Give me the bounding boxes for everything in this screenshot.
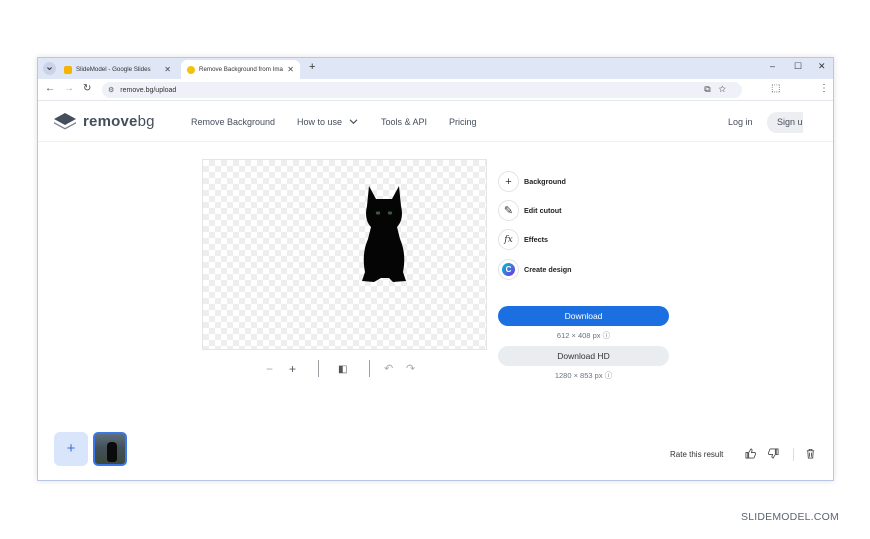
omnibox-actions: ⧉☆	[704, 84, 734, 95]
rate-result-label: Rate this result	[670, 450, 724, 459]
nav-pricing[interactable]: Pricing	[449, 117, 477, 127]
divider	[793, 448, 794, 461]
slides-favicon-icon	[64, 65, 72, 74]
minimize-button[interactable]: –	[770, 61, 775, 71]
divider	[318, 360, 319, 377]
plus-icon: +	[498, 171, 519, 192]
close-tab-icon[interactable]: ✕	[287, 65, 294, 74]
zoom-out-button[interactable]: −	[266, 362, 273, 376]
image-canvas[interactable]	[202, 159, 487, 350]
thumbs-down-icon[interactable]	[767, 448, 779, 462]
add-image-button[interactable]: +	[54, 432, 88, 466]
browser-window: SlideModel - Google Slides ✕ Remove Back…	[37, 57, 834, 481]
chevron-down-icon	[349, 119, 357, 125]
divider	[369, 360, 370, 377]
action-background[interactable]: + Background	[498, 171, 566, 192]
magic-brush-icon: ✎	[498, 200, 519, 221]
new-tab-button[interactable]: +	[309, 61, 315, 73]
action-label: Create design	[524, 265, 572, 274]
fx-icon: fx	[498, 229, 519, 250]
site-info-icon[interactable]: ⚙	[108, 86, 114, 94]
removebg-favicon-icon	[187, 65, 195, 74]
nav-how-to-use[interactable]: How to use	[297, 117, 358, 127]
thumbs-up-icon[interactable]	[745, 448, 757, 462]
nav-remove-background[interactable]: Remove Background	[191, 117, 275, 127]
tab-remove-bg[interactable]: Remove Background from Imag ✕	[181, 60, 300, 79]
action-create-design[interactable]: C Create design	[498, 259, 572, 280]
thumbnail-cat	[107, 442, 117, 462]
delete-icon[interactable]	[805, 448, 816, 462]
undo-icon[interactable]: ↶	[384, 362, 393, 375]
site-header: removebg Remove Background How to use To…	[38, 102, 833, 142]
signup-button[interactable]: Sign up	[767, 112, 803, 133]
bookmark-star-icon[interactable]: ☆	[719, 84, 734, 94]
action-label: Edit cutout	[524, 206, 562, 215]
nav-tools-api[interactable]: Tools & API	[381, 117, 427, 127]
forward-icon[interactable]: →	[64, 83, 74, 94]
action-label: Effects	[524, 235, 548, 244]
download-button[interactable]: Download	[498, 306, 669, 326]
compare-toggle-icon[interactable]: ◧	[338, 364, 347, 375]
redo-icon[interactable]: ↷	[406, 362, 415, 375]
close-window-button[interactable]: ✕	[818, 61, 826, 72]
download-size: 612 × 408 px ⓘ	[556, 331, 611, 340]
slidemodel-watermark: SLIDEMODEL.COM	[741, 511, 839, 523]
action-edit-cutout[interactable]: ✎ Edit cutout	[498, 200, 562, 221]
canva-icon: C	[498, 259, 519, 280]
logo-layers-icon	[54, 113, 76, 130]
url-text: remove.bg/upload	[120, 86, 177, 94]
action-effects[interactable]: fx Effects	[498, 229, 548, 250]
browser-toolbar: ← → ↻ ⚙ remove.bg/upload ⧉☆ ⬚ ⋮	[38, 79, 833, 101]
tab-title: SlideModel - Google Slides	[76, 66, 151, 73]
tab-search-button[interactable]	[43, 62, 56, 75]
reload-icon[interactable]: ↻	[83, 83, 91, 94]
maximize-button[interactable]: ☐	[794, 61, 802, 72]
install-app-icon[interactable]: ⧉	[704, 84, 718, 94]
close-tab-icon[interactable]: ✕	[164, 65, 171, 74]
extensions-icon[interactable]: ⬚	[771, 83, 780, 94]
zoom-in-button[interactable]: +	[289, 362, 296, 376]
download-hd-button[interactable]: Download HD	[498, 346, 669, 366]
address-bar[interactable]: ⚙ remove.bg/upload ⧉☆	[102, 82, 742, 98]
action-label: Background	[524, 177, 566, 186]
kebab-menu-icon[interactable]: ⋮	[819, 83, 829, 94]
logo-text: removebg	[83, 112, 155, 130]
download-hd-size: 1280 × 853 px ⓘ	[554, 371, 613, 380]
tab-strip: SlideModel - Google Slides ✕ Remove Back…	[38, 58, 833, 79]
image-thumbnail[interactable]	[93, 432, 127, 466]
back-icon[interactable]: ←	[45, 83, 55, 94]
login-link[interactable]: Log in	[728, 117, 753, 127]
cat-cutout-image	[362, 186, 406, 282]
tab-title: Remove Background from Imag	[199, 66, 284, 73]
chevron-down-icon	[47, 67, 52, 71]
tab-google-slides[interactable]: SlideModel - Google Slides ✕	[58, 60, 177, 79]
removebg-logo[interactable]: removebg	[53, 112, 155, 130]
